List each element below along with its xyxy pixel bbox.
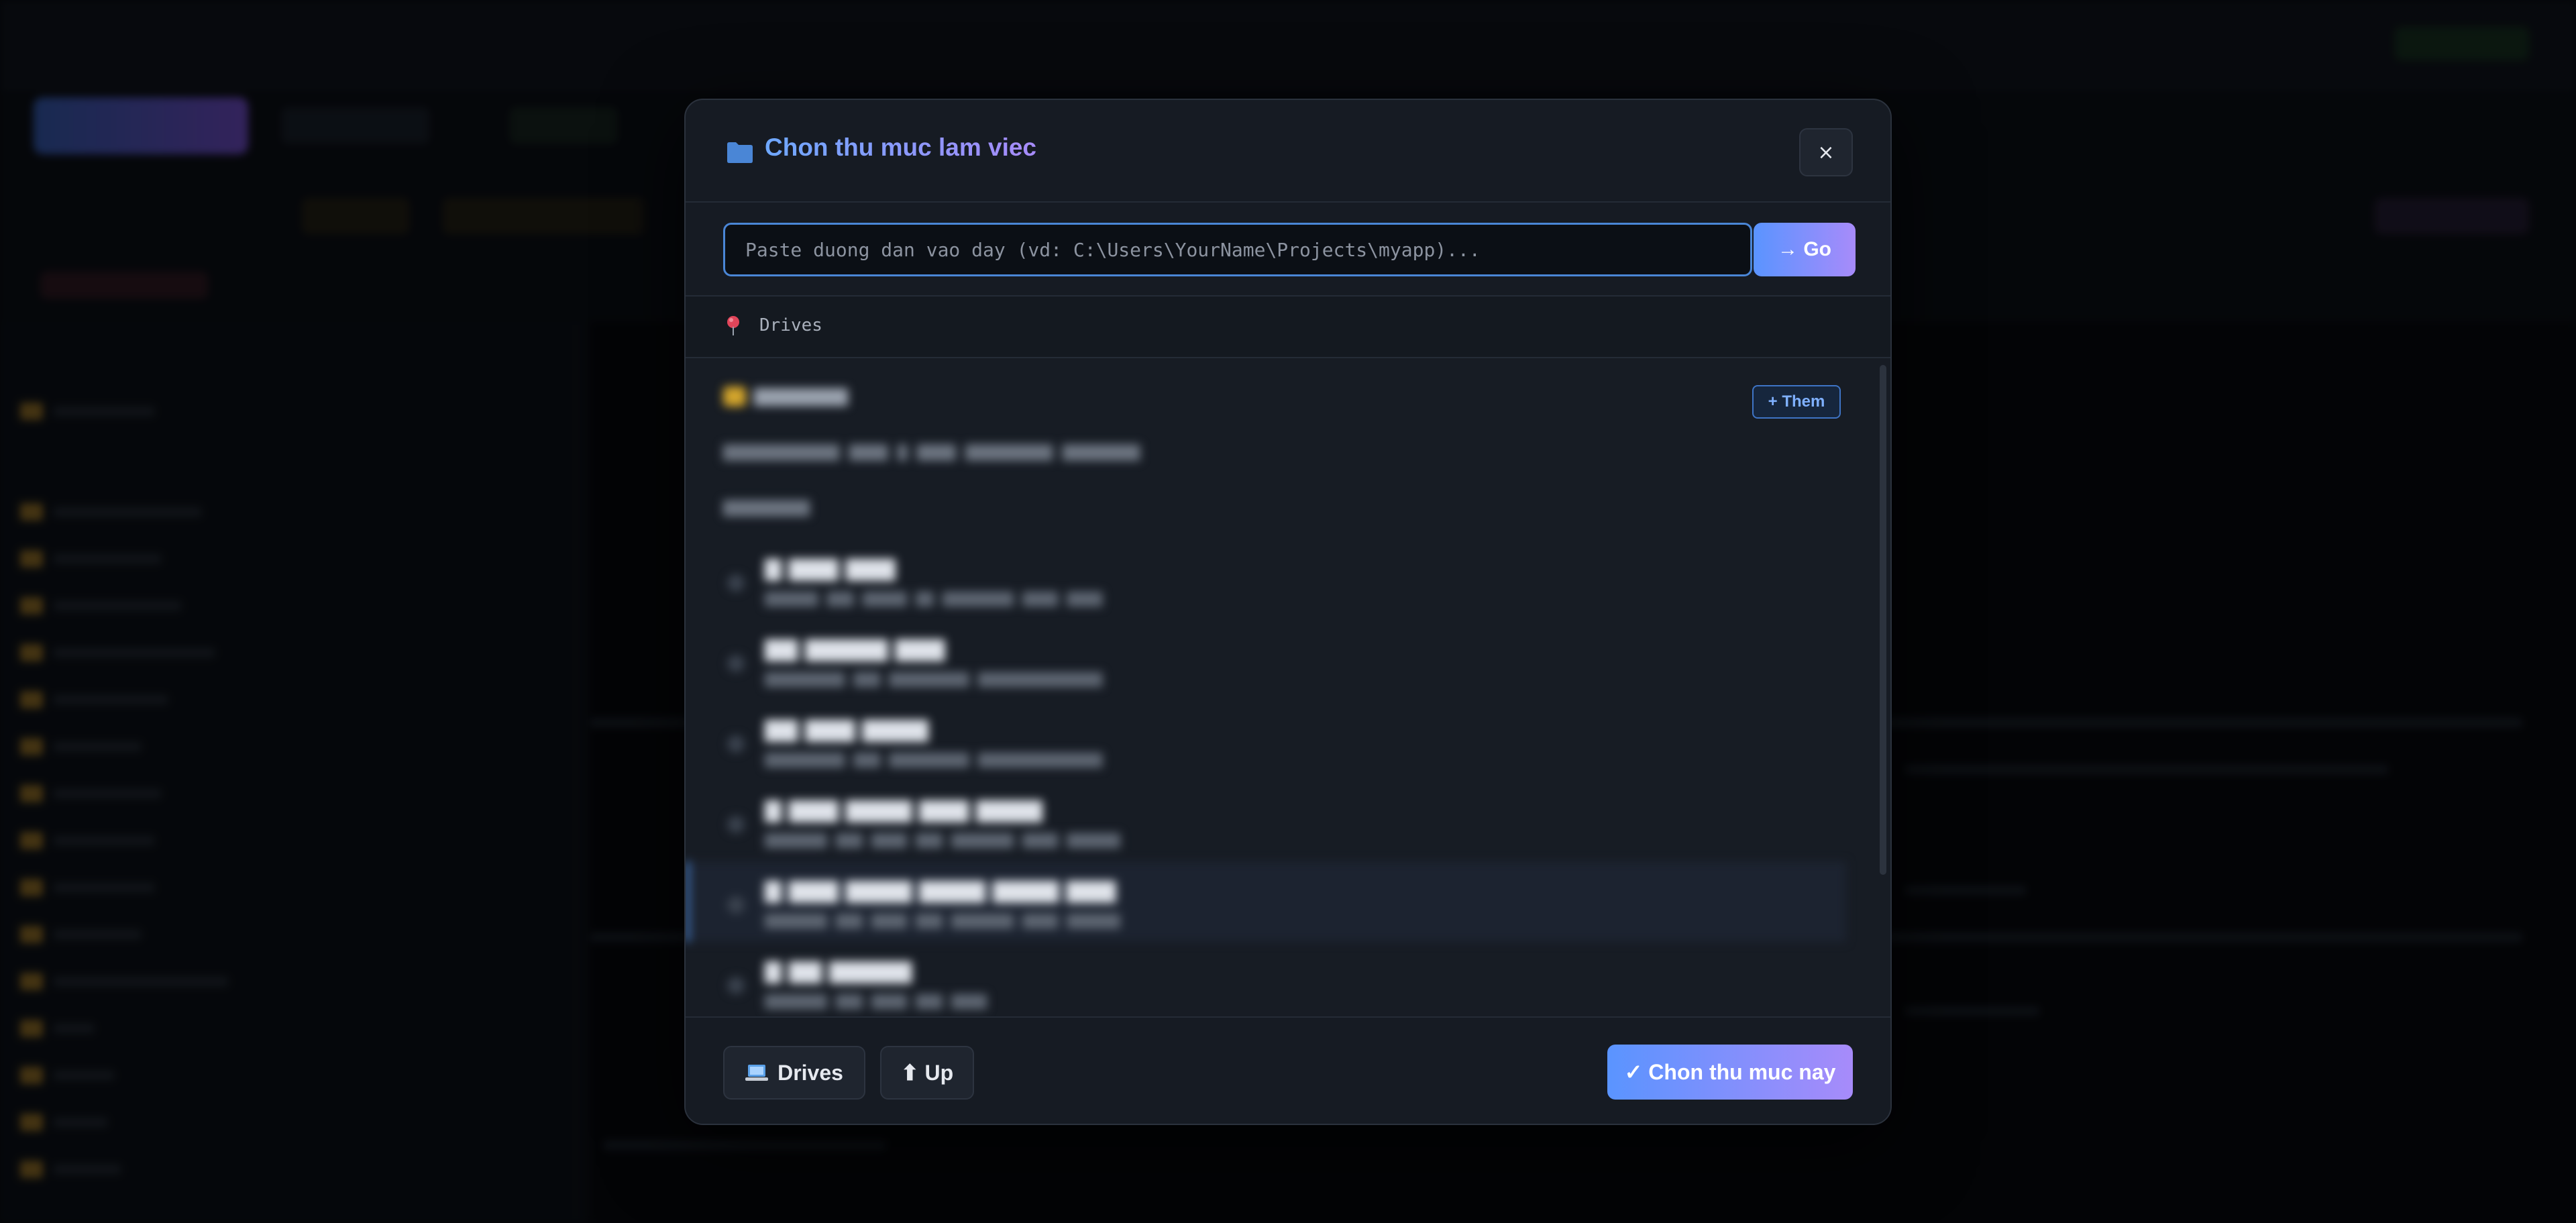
directory-icon <box>727 896 745 914</box>
add-button[interactable]: + Them <box>1752 385 1841 419</box>
directory-path: ▇▇▇▇▇▇▇▇▇ ▇▇▇ ▇▇▇▇▇▇▇▇▇ ▇▇▇▇▇▇▇▇▇▇▇▇▇▇ <box>765 671 1103 688</box>
directory-name: ▇ ▇▇▇ ▇▇▇ <box>765 555 896 581</box>
directory-name: ▇▇ ▇▇▇▇▇ ▇▇▇ <box>765 636 945 661</box>
directory-name: ▇ ▇▇▇ ▇▇▇▇ ▇▇▇▇ ▇▇▇▇ ▇▇▇ <box>765 878 1116 903</box>
directory-name: ▇▇ ▇▇▇ ▇▇▇▇ <box>765 716 928 742</box>
recent-folder-icon <box>723 386 746 407</box>
path-input[interactable] <box>723 223 1752 276</box>
dialog-header: Chon thu muc lam viec × <box>686 100 1890 203</box>
go-button[interactable]: → Go <box>1754 223 1856 276</box>
directory-path: ▇▇▇▇▇▇▇ ▇▇▇ ▇▇▇▇ ▇▇▇ ▇▇▇▇▇▇▇ ▇▇▇▇ ▇▇▇▇▇▇ <box>765 912 1120 929</box>
directory-item[interactable]: ▇ ▇▇ ▇▇▇▇▇ ▇▇▇▇▇▇▇ ▇▇▇ ▇▇▇▇ ▇▇▇ ▇▇▇▇ <box>686 942 1846 1022</box>
directory-item[interactable]: ▇▇ ▇▇▇ ▇▇▇▇ ▇▇▇▇▇▇▇▇▇ ▇▇▇ ▇▇▇▇▇▇▇▇▇ ▇▇▇▇… <box>686 700 1846 781</box>
drives-button-label: Drives <box>777 1060 843 1085</box>
breadcrumb: Drives <box>686 297 1890 358</box>
directory-icon <box>727 574 745 592</box>
directory-icon <box>727 735 745 753</box>
dialog-footer: Drives ⬆ Up ✓ Chon thu muc nay <box>686 1016 1890 1124</box>
section-label: ▇▇▇▇▇▇▇ <box>723 498 810 517</box>
selection-indicator <box>686 861 690 942</box>
directory-path: ▇▇▇▇▇▇▇ ▇▇▇ ▇▇▇▇ ▇▇▇ ▇▇▇▇ <box>765 993 987 1010</box>
folder-picker-dialog: Chon thu muc lam viec × → Go Drives ▇▇▇▇… <box>684 99 1892 1125</box>
scrollbar-thumb[interactable] <box>1880 365 1886 875</box>
folder-icon <box>727 142 753 163</box>
confirm-folder-button[interactable]: ✓ Chon thu muc nay <box>1607 1045 1853 1100</box>
directory-item[interactable]: ▇ ▇▇▇ ▇▇▇▇ ▇▇▇ ▇▇▇▇ ▇▇▇▇▇▇▇ ▇▇▇ ▇▇▇▇ ▇▇▇… <box>686 781 1846 861</box>
drives-button[interactable]: Drives <box>723 1046 865 1100</box>
recent-section-label: ▇▇▇▇▇▇▇ <box>754 386 848 407</box>
directory-item-selected[interactable]: ▇ ▇▇▇ ▇▇▇▇ ▇▇▇▇ ▇▇▇▇ ▇▇▇ ▇▇▇▇▇▇▇ ▇▇▇ ▇▇▇… <box>686 861 1846 942</box>
path-row: → Go <box>686 203 1890 297</box>
directory-name: ▇ ▇▇ ▇▇▇▇▇ <box>765 958 912 983</box>
close-button[interactable]: × <box>1799 128 1853 176</box>
pin-icon <box>727 316 739 335</box>
laptop-icon <box>745 1065 769 1081</box>
directory-path: ▇▇▇▇▇▇▇ ▇▇▇ ▇▇▇▇ ▇▇▇ ▇▇▇▇▇▇▇ ▇▇▇▇ ▇▇▇▇▇▇ <box>765 832 1120 849</box>
directory-list[interactable]: ▇▇▇▇▇▇▇ ▇▇▇▇▇▇▇▇▇▇▇▇ ▇▇▇▇ ▇ ▇▇▇▇ ▇▇▇▇▇▇▇… <box>686 358 1880 1123</box>
directory-path: ▇▇▇▇▇▇ ▇▇▇ ▇▇▇▇▇ ▇▇ ▇▇▇▇▇▇▇▇ ▇▇▇▇ ▇▇▇▇ <box>765 590 1103 607</box>
directory-name: ▇ ▇▇▇ ▇▇▇▇ ▇▇▇ ▇▇▇▇ <box>765 797 1042 822</box>
breadcrumb-label: Drives <box>759 315 822 335</box>
up-button[interactable]: ⬆ Up <box>880 1046 974 1100</box>
directory-icon <box>727 655 745 672</box>
directory-icon <box>727 977 745 994</box>
directory-path: ▇▇▇▇▇▇▇▇▇ ▇▇▇ ▇▇▇▇▇▇▇▇▇ ▇▇▇▇▇▇▇▇▇▇▇▇▇▇ <box>765 751 1103 768</box>
directory-icon <box>727 816 745 833</box>
dialog-title: Chon thu muc lam viec <box>765 134 1037 161</box>
directory-item[interactable]: ▇▇ ▇▇▇▇▇ ▇▇▇ ▇▇▇▇▇▇▇▇▇ ▇▇▇ ▇▇▇▇▇▇▇▇▇ ▇▇▇… <box>686 620 1846 700</box>
directory-item[interactable]: ▇ ▇▇▇ ▇▇▇ ▇▇▇▇▇▇ ▇▇▇ ▇▇▇▇▇ ▇▇ ▇▇▇▇▇▇▇▇ ▇… <box>686 539 1846 620</box>
hint-line: ▇▇▇▇▇▇▇▇▇▇▇▇ ▇▇▇▇ ▇ ▇▇▇▇ ▇▇▇▇▇▇▇▇▇ ▇▇▇▇▇… <box>723 442 1140 461</box>
